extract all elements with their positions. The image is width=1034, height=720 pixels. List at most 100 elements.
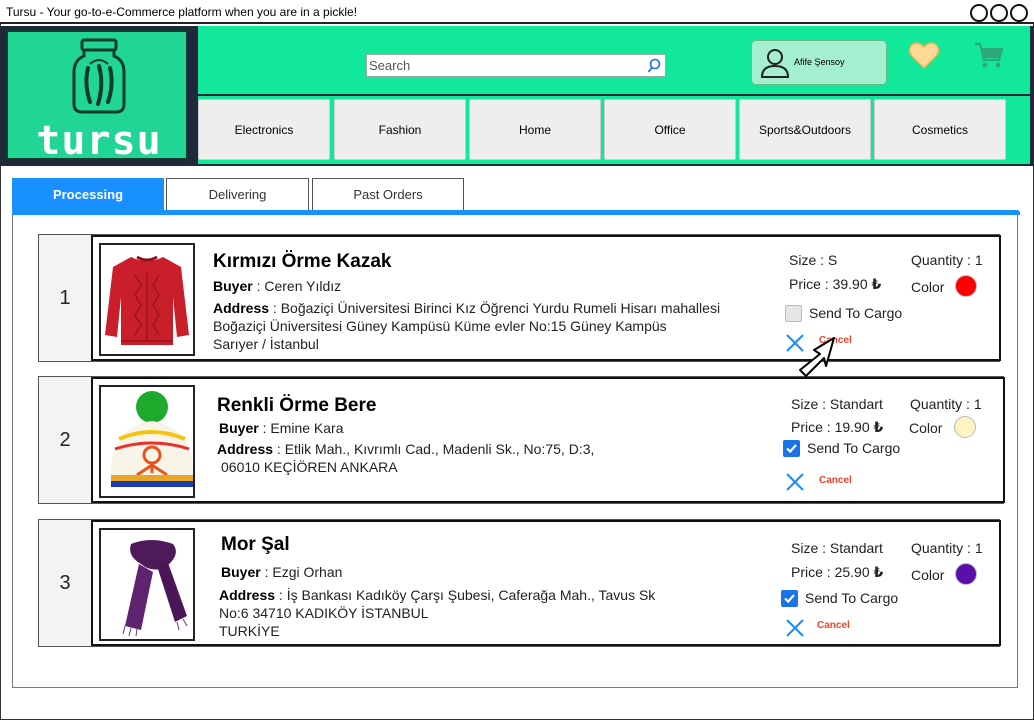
quantity-label: Quantity (910, 396, 963, 412)
logo[interactable]: tursu (6, 30, 188, 164)
buyer-label: Buyer (219, 420, 259, 436)
color-swatch (955, 563, 977, 585)
buyer-label: Buyer (221, 564, 261, 580)
window-title: Tursu - Your go-to-e-Commerce platform w… (6, 5, 358, 19)
heart-icon[interactable] (908, 40, 940, 70)
pointer-cursor-icon (799, 337, 835, 377)
user-profile-button[interactable]: Afife Şensoy (751, 40, 887, 85)
cart-icon[interactable] (973, 40, 1005, 70)
send-to-cargo-checkbox[interactable] (783, 440, 800, 457)
price-field: Price : 19.90 ₺ (791, 419, 884, 435)
cancel-button[interactable]: Cancel (817, 620, 850, 631)
price-value: 39.90 (832, 276, 868, 292)
close-button[interactable] (1010, 4, 1028, 22)
order-details: Mor Şal Buyer : Ezgi Orhan Address : İş … (91, 520, 1001, 646)
currency-symbol: ₺ (873, 564, 884, 580)
order-index: 1 (59, 286, 71, 309)
tab-processing[interactable]: Processing (12, 178, 164, 211)
color-label: Color (909, 420, 943, 436)
product-image-sweater (99, 243, 195, 356)
address-line: Sarıyer / İstanbul (213, 336, 319, 352)
address-line: 06010 KEÇİÖREN ANKARA (221, 459, 398, 475)
address-label: Address (213, 300, 270, 316)
buyer-line: Buyer : Ceren Yıldız (213, 278, 342, 294)
address-text: Boğaziçi Üniversitesi Birinci Kız Öğrenc… (280, 300, 721, 316)
checkmark-icon (784, 594, 795, 604)
search-icon[interactable] (647, 58, 661, 74)
send-to-cargo-checkbox[interactable] (781, 590, 798, 607)
address-line: Address : Boğaziçi Üniversitesi Birinci … (213, 300, 721, 316)
size-value: Standart (829, 396, 883, 412)
quantity-label: Quantity (911, 252, 964, 268)
pickle-jar-icon (72, 38, 126, 114)
price-field: Price : 39.90 ₺ (789, 276, 882, 292)
address-label: Address (217, 441, 274, 457)
nav-sports-outdoors[interactable]: Sports&Outdoors (739, 99, 871, 160)
send-to-cargo-label: Send To Cargo (807, 440, 901, 456)
nav-electronics[interactable]: Electronics (198, 99, 330, 160)
order-card: 2 Renkli Örme Bere Buyer : Emine Kara Ad… (38, 376, 1005, 504)
quantity-value: 1 (974, 540, 983, 556)
price-label: Price (791, 564, 823, 580)
product-name: Renkli Örme Bere (217, 395, 377, 416)
nav-office[interactable]: Office (604, 99, 736, 160)
cancel-x-icon[interactable] (785, 618, 805, 638)
quantity-value: 1 (974, 252, 983, 268)
order-card: 3 Mor Şal Buyer : Ezgi Orhan Address : İ… (38, 519, 1001, 647)
buyer-name: Ezgi Orhan (272, 564, 343, 580)
send-to-cargo-checkbox[interactable] (785, 305, 802, 322)
order-index: 2 (59, 428, 71, 451)
buyer-label: Buyer (213, 278, 253, 294)
product-name: Kırmızı Örme Kazak (213, 251, 392, 272)
minimize-button[interactable] (970, 4, 988, 22)
color-swatch (955, 275, 977, 297)
nav-home[interactable]: Home (469, 99, 601, 160)
address-line: Boğaziçi Üniversitesi Güney Kampüsü Küme… (213, 318, 667, 334)
search-bar (366, 54, 666, 77)
search-input[interactable] (369, 56, 639, 75)
quantity-label: Quantity (911, 540, 964, 556)
currency-symbol: ₺ (871, 276, 882, 292)
order-index: 3 (59, 571, 71, 594)
quantity-field: Quantity : 1 (911, 540, 983, 556)
user-name: Afife Şensoy (794, 57, 845, 67)
color-label: Color (911, 567, 945, 583)
product-image-scarf (99, 528, 195, 641)
quantity-value: 1 (973, 396, 982, 412)
order-details: Kırmızı Örme Kazak Buyer : Ceren Yıldız … (91, 235, 1001, 361)
buyer-line: Buyer : Ezgi Orhan (221, 564, 343, 580)
size-label: Size (791, 396, 819, 412)
size-field: Size : Standart (791, 396, 883, 412)
size-label: Size (791, 540, 819, 556)
send-to-cargo-label: Send To Cargo (809, 305, 903, 321)
size-field: Size : Standart (791, 540, 883, 556)
cancel-x-icon[interactable] (785, 472, 805, 492)
nav-cosmetics[interactable]: Cosmetics (874, 99, 1006, 160)
price-value: 25.90 (834, 564, 870, 580)
address-line: Address : Etlik Mah., Kıvrımlı Cad., Mad… (217, 441, 595, 457)
buyer-name: Emine Kara (270, 420, 344, 436)
order-card: 1 Kırmızı Örme Kazak Buyer : Ceren Yıldı… (38, 234, 1001, 362)
color-swatch (954, 416, 976, 438)
address-line: Address : İş Bankası Kadıköy Çarşı Şubes… (219, 587, 656, 603)
tab-past-orders[interactable]: Past Orders (312, 178, 464, 211)
buyer-line: Buyer : Emine Kara (219, 420, 344, 436)
logo-text: tursu (36, 118, 162, 164)
order-details: Renkli Örme Bere Buyer : Emine Kara Addr… (91, 377, 1005, 503)
tab-delivering[interactable]: Delivering (166, 178, 309, 211)
nav-fashion[interactable]: Fashion (334, 99, 466, 160)
price-field: Price : 25.90 ₺ (791, 564, 884, 580)
price-label: Price (791, 419, 823, 435)
buyer-name: Ceren Yıldız (264, 278, 342, 294)
cancel-button[interactable]: Cancel (819, 475, 852, 486)
size-label: Size (789, 252, 817, 268)
address-text: Etlik Mah., Kıvrımlı Cad., Madenli Sk., … (284, 441, 595, 457)
address-line: No:6 34710 KADIKÖY İSTANBUL (219, 605, 429, 621)
address-label: Address (219, 587, 276, 603)
product-image-beanie (99, 385, 195, 498)
maximize-button[interactable] (990, 4, 1008, 22)
title-bar: Tursu - Your go-to-e-Commerce platform w… (0, 0, 1034, 24)
address-text: İş Bankası Kadıköy Çarşı Şubesi, Caferağ… (286, 587, 656, 603)
send-to-cargo-label: Send To Cargo (805, 590, 899, 606)
user-icon (760, 49, 790, 78)
